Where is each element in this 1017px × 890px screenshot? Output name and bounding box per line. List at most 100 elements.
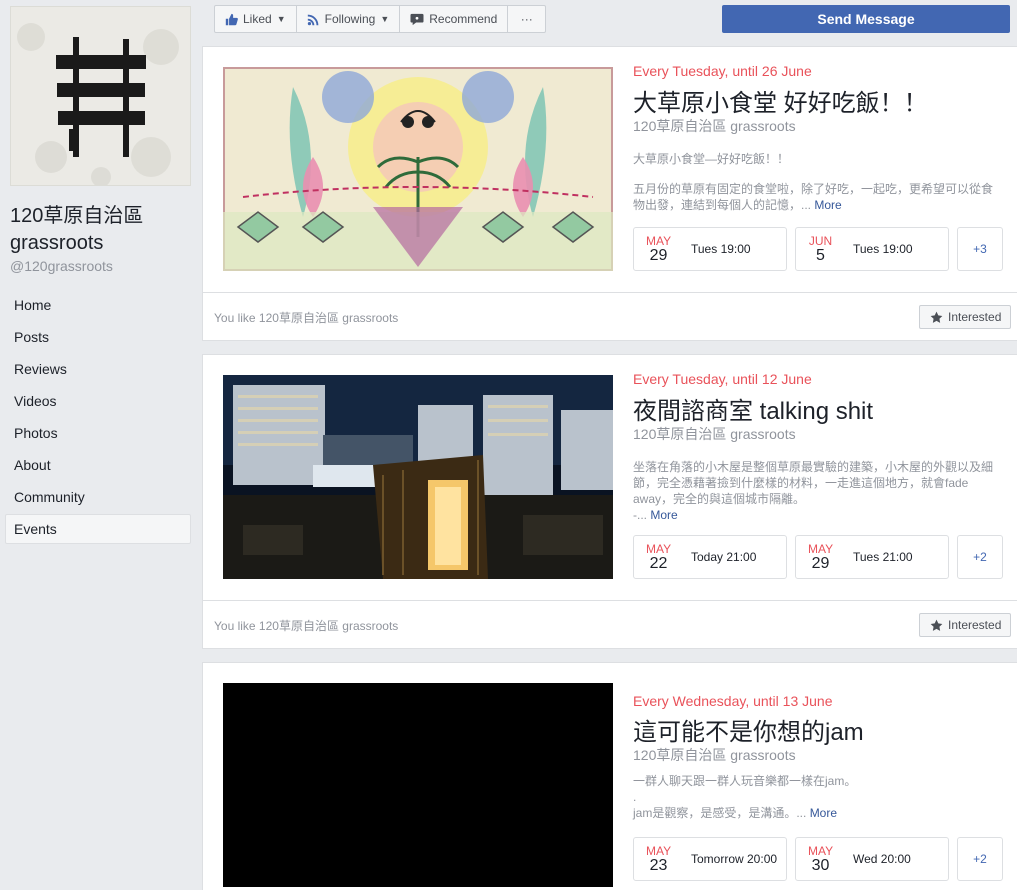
date-month: MAY (808, 843, 834, 858)
date-badge: MAY 30 (808, 845, 833, 874)
thumbs-up-icon (225, 13, 238, 26)
date-time: Tues 19:00 (691, 242, 751, 256)
event-title[interactable]: 這可能不是你想的jam (633, 712, 864, 747)
date-time: Tomorrow 20:00 (691, 852, 778, 866)
see-more-link[interactable]: More (810, 806, 837, 820)
event-description-line: jam是觀察，是感受，是溝通。... More (633, 805, 1001, 821)
date-badge: JUN 5 (808, 235, 833, 264)
event-card-footer: You like 120草原自治區 grassroots Interested (203, 600, 1017, 648)
interested-label: Interested (948, 310, 1002, 324)
event-description-line: 大草原小食堂—好好吃飯！！ (633, 152, 790, 166)
event-title[interactable]: 大草原小食堂 好好吃飯！！ (633, 83, 928, 118)
nav-item-videos[interactable]: Videos (5, 386, 191, 416)
event-description-text: -... (633, 508, 647, 522)
date-month: MAY (646, 541, 672, 556)
date-badge: MAY 22 (646, 543, 671, 572)
event-description-text: 五月份的草原有固定的食堂啦，除了好吃，一起吃，更希望可以從食物出發，連結到每個人… (633, 182, 994, 212)
date-month: JUN (808, 233, 833, 248)
event-date-option[interactable]: MAY 29 Tues 19:00 (633, 227, 787, 271)
page-handle: @120grassroots (10, 258, 113, 274)
caret-down-icon: ▼ (380, 14, 390, 24)
date-time: Wed 20:00 (853, 852, 911, 866)
event-description: 坐落在角落的小木屋是整個草原最實驗的建築，小木屋的外觀以及細節，完全憑藉著撿到什… (633, 459, 1001, 523)
nav-item-about[interactable]: About (5, 450, 191, 480)
event-dates: MAY 22 Today 21:00 MAY 29 Tues 21:00 +2 (633, 535, 1011, 579)
send-message-button[interactable]: Send Message (722, 5, 1010, 33)
more-dates-button[interactable]: +2 (957, 535, 1003, 579)
more-dates-button[interactable]: +3 (957, 227, 1003, 271)
date-month: MAY (646, 843, 672, 858)
speech-bubble-icon (410, 13, 424, 26)
date-month: MAY (808, 541, 834, 556)
page-name-line2: grassroots (10, 232, 104, 254)
event-recurrence: Every Wednesday, until 13 June (633, 693, 833, 709)
event-dates: MAY 29 Tues 19:00 JUN 5 Tues 19:00 +3 (633, 227, 1011, 271)
event-card-footer: You like 120草原自治區 grassroots Interested (203, 292, 1017, 340)
date-day: 29 (811, 554, 830, 572)
recommend-label: Recommend (429, 12, 498, 26)
event-recurrence: Every Tuesday, until 26 June (633, 63, 812, 79)
nav-item-events[interactable]: Events (5, 514, 191, 544)
date-badge: MAY 23 (646, 845, 671, 874)
friend-like-context: You like 120草原自治區 grassroots (214, 619, 399, 633)
more-options-button[interactable]: ··· (508, 5, 547, 33)
star-icon (930, 619, 943, 632)
liked-label: Liked (243, 12, 272, 26)
more-dates-button[interactable]: +2 (957, 837, 1003, 881)
star-icon (930, 311, 943, 324)
event-date-option[interactable]: MAY 22 Today 21:00 (633, 535, 787, 579)
page-name-line1: 120草原自治區 (10, 205, 144, 227)
interested-button[interactable]: Interested (919, 305, 1011, 329)
event-host[interactable]: 120草原自治區 grassroots (633, 424, 796, 444)
event-description-line: -... More (633, 507, 1001, 523)
event-date-option[interactable]: MAY 30 Wed 20:00 (795, 837, 949, 881)
date-time: Today 21:00 (691, 550, 757, 564)
nav-item-community[interactable]: Community (5, 482, 191, 512)
event-cover-image[interactable] (223, 375, 613, 579)
date-day: 29 (649, 246, 668, 264)
event-description-text: jam是觀察，是感受，是溝通。... (633, 806, 807, 820)
event-date-option[interactable]: JUN 5 Tues 19:00 (795, 227, 949, 271)
event-cover-image[interactable] (223, 67, 613, 271)
left-column: 120草原自治區 grassroots @120grassroots Home … (0, 0, 200, 890)
event-date-option[interactable]: MAY 23 Tomorrow 20:00 (633, 837, 787, 881)
event-host[interactable]: 120草原自治區 grassroots (633, 745, 796, 765)
following-button[interactable]: Following ▼ (296, 5, 401, 33)
event-description: 一群人聊天跟一群人玩音樂都一樣在jam。 . jam是觀察，是感受，是溝通。..… (633, 773, 1001, 821)
interested-button[interactable]: Interested (919, 613, 1011, 637)
event-card: Every Wednesday, until 13 June 這可能不是你想的j… (202, 662, 1017, 890)
date-badge: MAY 29 (646, 235, 671, 264)
rss-icon (307, 13, 320, 26)
event-host[interactable]: 120草原自治區 grassroots (633, 116, 796, 136)
nav-item-reviews[interactable]: Reviews (5, 354, 191, 384)
event-description-line: 五月份的草原有固定的食堂啦，除了好吃，一起吃，更希望可以從食物出發，連結到每個人… (633, 181, 1001, 213)
liked-button[interactable]: Liked ▼ (214, 5, 297, 33)
event-description: 大草原小食堂—好好吃飯！！ 五月份的草原有固定的食堂啦，除了好吃，一起吃，更希望… (633, 151, 1001, 213)
nav-item-photos[interactable]: Photos (5, 418, 191, 448)
event-description-line: 坐落在角落的小木屋是整個草原最實驗的建築，小木屋的外觀以及細節，完全憑藉著撿到什… (633, 460, 994, 506)
see-more-link[interactable]: More (650, 508, 677, 522)
see-more-link[interactable]: More (814, 198, 841, 212)
date-day: 22 (649, 554, 668, 572)
event-description-line: 一群人聊天跟一群人玩音樂都一樣在jam。 (633, 774, 857, 788)
event-dates: MAY 23 Tomorrow 20:00 MAY 30 Wed 20:00 +… (633, 837, 1011, 881)
event-card: Every Tuesday, until 12 June 夜間諮商室 talki… (202, 354, 1017, 649)
interested-label: Interested (948, 618, 1002, 632)
friend-like-context: You like 120草原自治區 grassroots (214, 311, 399, 325)
event-title[interactable]: 夜間諮商室 talking shit (633, 391, 873, 426)
profile-picture[interactable] (10, 6, 191, 186)
event-description-line: . (633, 790, 637, 804)
date-badge: MAY 29 (808, 543, 833, 572)
following-label: Following (324, 12, 376, 26)
nav-item-posts[interactable]: Posts (5, 322, 191, 352)
date-time: Tues 19:00 (853, 242, 913, 256)
ellipsis-icon: ··· (520, 12, 533, 26)
event-date-option[interactable]: MAY 29 Tues 21:00 (795, 535, 949, 579)
recommend-button[interactable]: Recommend (400, 5, 509, 33)
date-time: Tues 21:00 (853, 550, 913, 564)
event-cover-image[interactable] (223, 683, 613, 887)
date-day: 23 (649, 856, 668, 874)
page-name[interactable]: 120草原自治區 grassroots (10, 203, 143, 257)
nav-item-home[interactable]: Home (5, 290, 191, 320)
event-card: Every Tuesday, until 26 June 大草原小食堂 好好吃飯… (202, 46, 1017, 341)
